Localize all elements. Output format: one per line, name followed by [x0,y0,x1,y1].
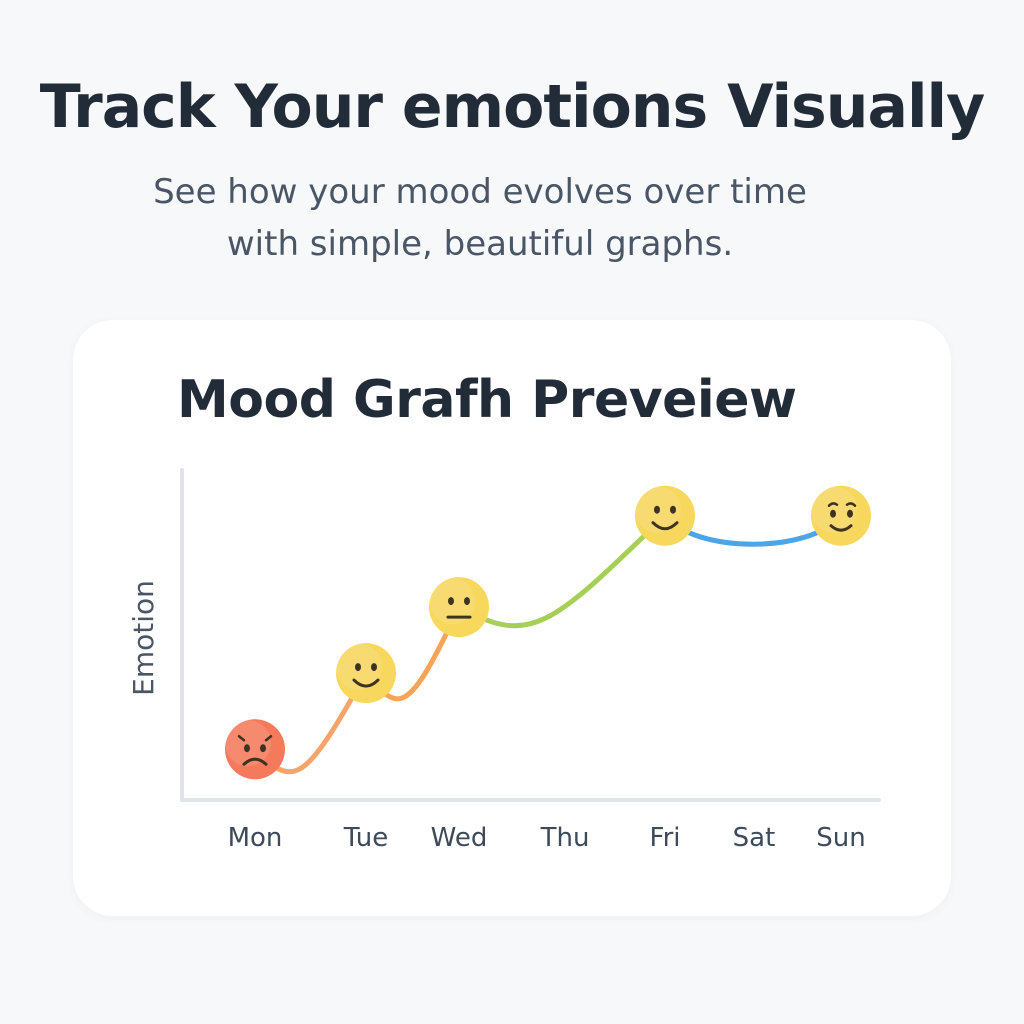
x-tick-label-sun: Sun [816,823,865,853]
page-subtitle: See how your mood evolves over time with… [0,166,960,270]
y-axis-title: Emotion [127,580,160,696]
mood-graph-card: Mood Grafh Preveiew Emotion Mon Tue Wed Thu… [73,320,951,916]
page-title: Track Your emotions Visually [39,72,985,142]
x-tick-label-wed: Wed [431,823,488,853]
x-tick-label-thu: Thu [540,823,590,853]
x-tick-label-tue: Tue [343,823,388,853]
subtitle-line-2: with simple, beautiful graphs. [226,224,734,264]
mood-series [252,513,844,775]
x-tick-label-mon: Mon [228,823,283,853]
x-tick-label-fri: Fri [650,823,681,853]
mood-point-smile-face [635,485,695,546]
mood-line-segment [456,513,668,629]
x-tick-labels: Mon Tue Wed Thu Fri Sat Sun [228,823,866,853]
mood-markers [225,485,871,780]
mood-point-smile-face [336,643,396,704]
mood-point-neutral-face [429,577,489,638]
mood-point-wink-face [811,485,871,546]
subtitle-line-1: See how your mood evolves over time [153,172,807,212]
mood-point-sad-face [225,719,285,780]
x-tick-label-sat: Sat [733,823,776,853]
mood-chart: Emotion Mon Tue Wed Thu Fri Sat Sun [127,468,881,853]
